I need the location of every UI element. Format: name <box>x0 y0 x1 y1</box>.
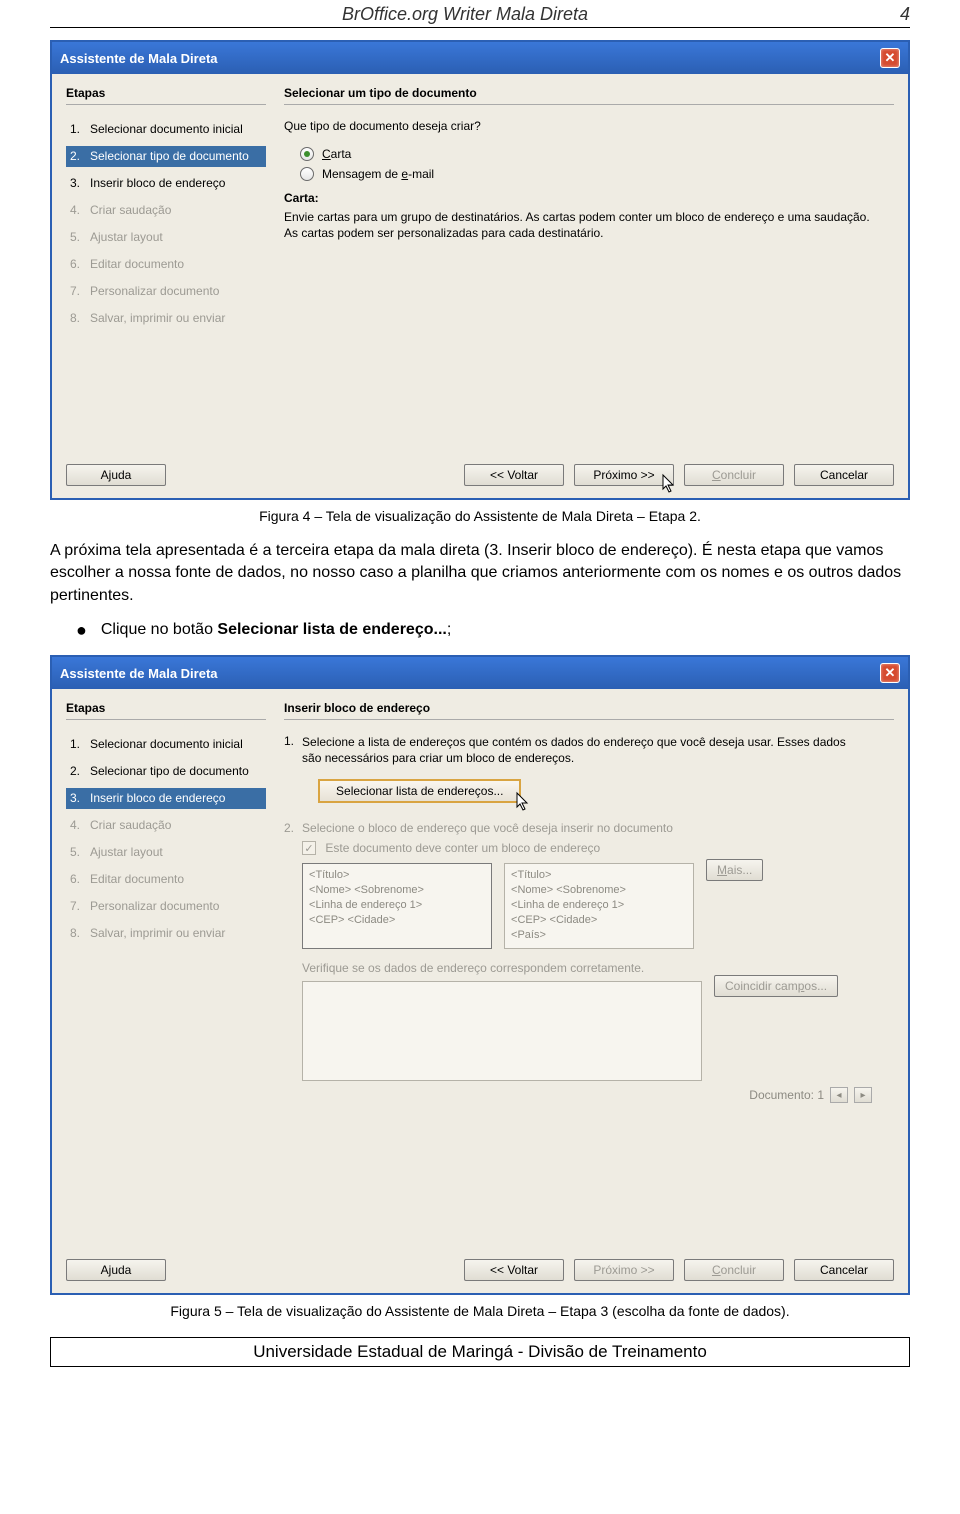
right-heading: Selecionar um tipo de documento <box>284 86 894 100</box>
address-block-2[interactable]: <Título><Nome> <Sobrenome><Linha de ende… <box>504 863 694 949</box>
document-header-title: BrOffice.org Writer Mala Direta <box>50 4 880 25</box>
wizard-titlebar: Assistente de Mala Direta ✕ <box>52 657 908 689</box>
steps-heading: Etapas <box>66 701 266 715</box>
step-4: 4.Criar saudação <box>66 200 266 221</box>
bullet-text-post: ; <box>447 621 451 638</box>
doc-label: Documento: 1 <box>749 1088 824 1102</box>
steps-list: 1.Selecionar documento inicial 2.Selecio… <box>66 734 266 944</box>
close-icon[interactable]: ✕ <box>880 48 900 68</box>
wizard-titlebar: Assistente de Mala Direta ✕ <box>52 42 908 74</box>
select-address-list-button[interactable]: Selecionar lista de endereços... <box>318 779 521 803</box>
checkbox-icon: ✓ <box>302 841 316 855</box>
cancel-button[interactable]: Cancelar <box>794 1259 894 1281</box>
right-rule <box>284 719 894 720</box>
step-8: 8.Salvar, imprimir ou enviar <box>66 923 266 944</box>
document-page-number: 4 <box>880 4 910 25</box>
step-1[interactable]: 1.Selecionar documento inicial <box>66 734 266 755</box>
figure5-caption: Figura 5 – Tela de visualização do Assis… <box>50 1303 910 1319</box>
radio-icon <box>300 167 314 181</box>
step-4: 4.Criar saudação <box>66 815 266 836</box>
step-7: 7.Personalizar documento <box>66 896 266 917</box>
chk-label: Este documento deve conter um bloco de e… <box>325 841 600 855</box>
document-footer: Universidade Estadual de Maringá - Divis… <box>50 1337 910 1367</box>
bullet-1: ● Clique no botão Selecionar lista de en… <box>76 621 910 639</box>
step-8: 8.Salvar, imprimir ou enviar <box>66 308 266 329</box>
verify-text: Verifique se os dados de endereço corres… <box>302 961 894 975</box>
steps-list: 1.Selecionar documento inicial 2.Selecio… <box>66 119 266 329</box>
figure4-caption: Figura 4 – Tela de visualização do Assis… <box>50 508 910 524</box>
wizard-buttons: Ajuda << Voltar Próximo >> Concluir Canc… <box>52 454 908 498</box>
radio-icon <box>300 147 314 161</box>
step-3[interactable]: 3.Inserir bloco de endereço <box>66 788 266 809</box>
bullet-text-bold: Selecionar lista de endereço... <box>217 621 446 638</box>
step-2[interactable]: 2.Selecionar tipo de documento <box>66 761 266 782</box>
wizard-step3: Assistente de Mala Direta ✕ Etapas 1.Sel… <box>50 655 910 1295</box>
wizard-title-text: Assistente de Mala Direta <box>60 666 218 681</box>
sec1-text: Selecione a lista de endereços que conté… <box>302 734 862 766</box>
address-preview <box>302 981 702 1081</box>
right-rule <box>284 104 894 105</box>
finish-button: Concluir <box>684 464 784 486</box>
back-button[interactable]: << Voltar <box>464 1259 564 1281</box>
steps-rule <box>66 104 266 105</box>
close-icon[interactable]: ✕ <box>880 663 900 683</box>
bullet-icon: ● <box>76 621 87 639</box>
prev-doc-button[interactable]: ◂ <box>830 1087 848 1103</box>
sec2-text: Selecione o bloco de endereço que você d… <box>302 821 894 835</box>
step-5: 5.Ajustar layout <box>66 227 266 248</box>
sec2-num: 2. <box>284 821 294 1104</box>
sec1-num: 1. <box>284 734 294 802</box>
wizard-step2: Assistente de Mala Direta ✕ Etapas 1.Sel… <box>50 40 910 500</box>
next-button[interactable]: Próximo >> <box>574 464 674 486</box>
more-button: Mais... <box>706 859 763 881</box>
radio-email-label: Mensagem de e-mail <box>322 167 434 181</box>
step-2[interactable]: 2.Selecionar tipo de documento <box>66 146 266 167</box>
next-button: Próximo >> <box>574 1259 674 1281</box>
document-header: BrOffice.org Writer Mala Direta 4 <box>50 0 910 27</box>
wizard-title-text: Assistente de Mala Direta <box>60 51 218 66</box>
steps-heading: Etapas <box>66 86 266 100</box>
help-button[interactable]: Ajuda <box>66 1259 166 1281</box>
header-rule <box>50 27 910 28</box>
help-button[interactable]: Ajuda <box>66 464 166 486</box>
match-fields-button: Coincidir campos... <box>714 975 838 997</box>
next-doc-button[interactable]: ▸ <box>854 1087 872 1103</box>
step-5: 5.Ajustar layout <box>66 842 266 863</box>
bullet-text-pre: Clique no botão <box>101 621 218 638</box>
step-7: 7.Personalizar documento <box>66 281 266 302</box>
step-1[interactable]: 1.Selecionar documento inicial <box>66 119 266 140</box>
cursor-icon <box>661 473 679 495</box>
document-nav: Documento: 1 ◂ ▸ <box>302 1087 872 1103</box>
address-block-1[interactable]: <Título><Nome> <Sobrenome><Linha de ende… <box>302 863 492 949</box>
question-text: Que tipo de documento deseja criar? <box>284 119 894 133</box>
back-button[interactable]: << Voltar <box>464 464 564 486</box>
radio-email[interactable]: Mensagem de e-mail <box>300 167 894 181</box>
wizard-buttons: Ajuda << Voltar Próximo >> Concluir Canc… <box>52 1249 908 1293</box>
radio-carta-label: Carta <box>322 147 351 161</box>
step-6: 6.Editar documento <box>66 869 266 890</box>
step-3[interactable]: 3.Inserir bloco de endereço <box>66 173 266 194</box>
desc-body: Envie cartas para um grupo de destinatár… <box>284 209 874 241</box>
right-heading: Inserir bloco de endereço <box>284 701 894 715</box>
cursor-icon <box>515 791 533 813</box>
finish-button: Concluir <box>684 1259 784 1281</box>
paragraph-1: A próxima tela apresentada é a terceira … <box>50 540 910 607</box>
cancel-button[interactable]: Cancelar <box>794 464 894 486</box>
step-6: 6.Editar documento <box>66 254 266 275</box>
radio-carta[interactable]: Carta <box>300 147 894 161</box>
steps-rule <box>66 719 266 720</box>
desc-title: Carta: <box>284 191 319 205</box>
